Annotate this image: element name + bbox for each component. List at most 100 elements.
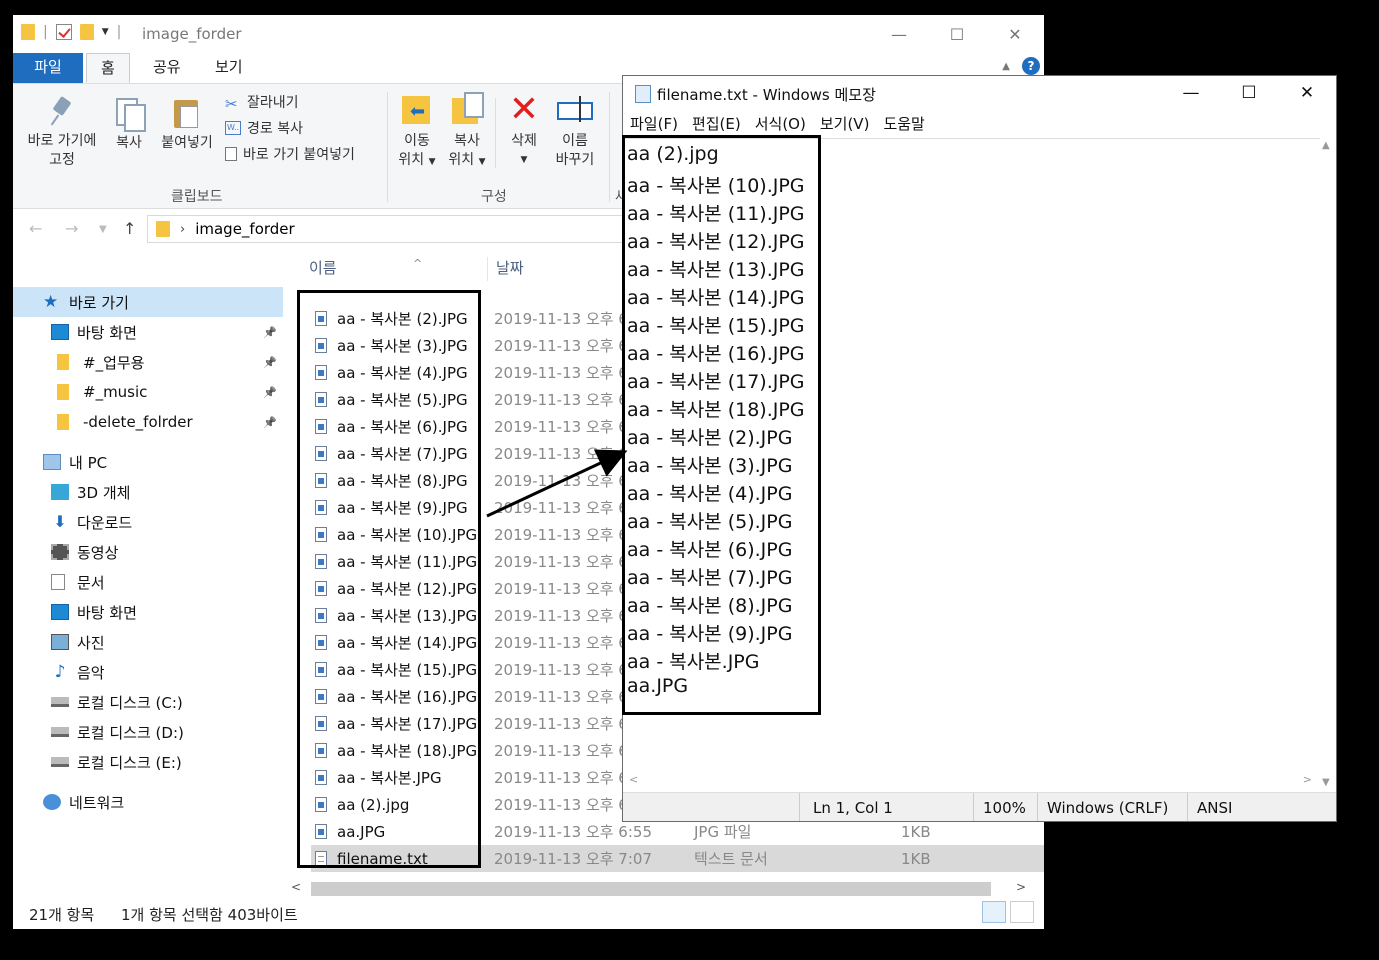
- sidebar-item[interactable]: ⬇ 다운로드: [13, 507, 283, 537]
- sidebar-item[interactable]: 동영상: [13, 537, 283, 567]
- close-button[interactable]: ✕: [986, 15, 1044, 53]
- menu-format[interactable]: 서식(O): [748, 113, 813, 137]
- file-date: 2019-11-13 오후 6:: [494, 688, 633, 706]
- chevron-right-icon[interactable]: ›: [180, 222, 185, 237]
- chevron-down-icon: ▼: [428, 157, 436, 167]
- sidebar-item-label: 3D 개체: [77, 483, 131, 502]
- sidebar-item[interactable]: 3D 개체: [13, 477, 283, 507]
- sidebar-item[interactable]: 로컬 디스크 (C:): [13, 687, 283, 717]
- status-bar: 21개 항목 1개 항목 선택함 403바이트: [13, 899, 1044, 929]
- sidebar-item[interactable]: 문서: [13, 567, 283, 597]
- help-icon[interactable]: ?: [1022, 57, 1040, 75]
- column-header-name[interactable]: 이름 ^: [309, 257, 489, 281]
- close-button[interactable]: ✕: [1278, 76, 1336, 110]
- file-date: 2019-11-13 오후 6:: [494, 661, 633, 679]
- file-date: 2019-11-13 오후 7:07: [494, 850, 652, 868]
- horizontal-scrollbar[interactable]: < >: [285, 880, 1032, 898]
- menu-help[interactable]: 도움말: [876, 113, 931, 137]
- sidebar-item[interactable]: 바탕 화면 📌: [13, 317, 283, 347]
- pin-icon[interactable]: 📌: [263, 386, 277, 399]
- pin-icon[interactable]: 📌: [263, 416, 277, 429]
- customize-toolbar-icon[interactable]: ▼: [102, 27, 109, 37]
- scroll-right-icon[interactable]: >: [1303, 773, 1312, 786]
- copy-to-button[interactable]: 복사 위치 ▼: [447, 92, 487, 172]
- details-view-icon[interactable]: [982, 901, 1006, 923]
- scroll-up-icon[interactable]: ▲: [1322, 140, 1330, 151]
- move-to-button[interactable]: 이동 위치 ▼: [397, 92, 437, 172]
- copy-path-button[interactable]: W.. 경로 복사: [225, 118, 303, 138]
- copy-button[interactable]: 복사: [109, 96, 149, 153]
- sidebar-item-label: 사진: [77, 633, 105, 652]
- file-date: 2019-11-13 오후 6:: [494, 391, 633, 409]
- paste-shortcut-button[interactable]: 바로 가기 붙여넣기: [225, 144, 355, 164]
- pin-icon[interactable]: 📌: [263, 356, 277, 369]
- sidebar-item-label: 바탕 화면: [77, 603, 137, 622]
- file-date: 2019-11-13 오후 6:: [494, 634, 633, 652]
- cut-button[interactable]: ✂ 잘라내기: [225, 92, 299, 113]
- collapse-ribbon-icon[interactable]: ▲: [1002, 61, 1010, 72]
- menu-view[interactable]: 보기(V): [813, 113, 877, 137]
- new-folder-icon[interactable]: [79, 24, 94, 40]
- disk-icon: [51, 697, 69, 707]
- pin-icon[interactable]: 📌: [263, 326, 277, 339]
- forward-arrow-icon[interactable]: →: [65, 219, 78, 238]
- paste-button[interactable]: 붙여넣기: [155, 96, 219, 153]
- menu-file[interactable]: 파일(F): [623, 113, 685, 137]
- folder-icon[interactable]: [21, 24, 35, 40]
- sidebar-item[interactable]: #_업무용 📌: [13, 347, 283, 377]
- sidebar-item[interactable]: -delete_folrder 📌: [13, 407, 283, 437]
- vertical-scrollbar[interactable]: ▲ ▼: [1318, 138, 1336, 790]
- horizontal-scrollbar[interactable]: < >: [623, 772, 1320, 790]
- sidebar-item-label: 동영상: [77, 543, 119, 562]
- music-icon: ♪: [54, 662, 66, 682]
- maximize-button[interactable]: ☐: [928, 15, 986, 53]
- file-date: 2019-11-13 오후 6:: [494, 526, 633, 544]
- file-type: 텍스트 문서: [694, 850, 768, 868]
- minimize-button[interactable]: —: [1162, 76, 1220, 110]
- sidebar-item[interactable]: #_music 📌: [13, 377, 283, 407]
- file-size: 1KB: [901, 849, 931, 868]
- rename-button[interactable]: 이름 바꾸기: [551, 92, 599, 170]
- large-icons-view-icon[interactable]: [1010, 901, 1034, 923]
- scroll-left-icon[interactable]: <: [291, 880, 301, 894]
- file-size: 1KB: [901, 822, 931, 841]
- sidebar-item[interactable]: 바탕 화면: [13, 597, 283, 627]
- file-date: 2019-11-13 오후 6:: [494, 796, 633, 814]
- scroll-down-icon[interactable]: ▼: [1322, 777, 1330, 788]
- notepad-title: filename.txt - Windows 메모장: [657, 86, 876, 104]
- sidebar-item[interactable]: 내 PC: [13, 447, 283, 477]
- column-header-date[interactable]: 날짜: [487, 257, 627, 281]
- sidebar-item[interactable]: 사진: [13, 627, 283, 657]
- breadcrumb[interactable]: image_forder: [195, 220, 295, 238]
- sidebar-item-label: 네트워크: [69, 793, 125, 812]
- sidebar-item[interactable]: ♪ 음악: [13, 657, 283, 687]
- recent-locations-icon[interactable]: ▼: [99, 224, 107, 235]
- back-arrow-icon[interactable]: ←: [29, 219, 42, 238]
- tab-file[interactable]: 파일: [13, 53, 83, 83]
- scrollbar-thumb[interactable]: [311, 882, 991, 896]
- sidebar-item[interactable]: 네트워크: [13, 787, 283, 817]
- sidebar-item-label: 바탕 화면: [77, 323, 137, 342]
- tab-home[interactable]: 홈: [86, 53, 130, 83]
- minimize-button[interactable]: —: [870, 15, 928, 53]
- scroll-left-icon[interactable]: <: [629, 773, 638, 786]
- sidebar-item[interactable]: ★ 바로 가기: [13, 287, 283, 317]
- menu-edit[interactable]: 편집(E): [685, 113, 748, 137]
- sidebar-item[interactable]: 로컬 디스크 (E:): [13, 747, 283, 777]
- properties-icon[interactable]: [55, 24, 72, 40]
- tab-share[interactable]: 공유: [139, 53, 195, 83]
- window-title: image_forder: [142, 25, 242, 43]
- tab-view[interactable]: 보기: [201, 53, 257, 83]
- sidebar-item[interactable]: 로컬 디스크 (D:): [13, 717, 283, 747]
- delete-button[interactable]: ✕ 삭제 ▼: [503, 92, 545, 170]
- notepad-icon: [635, 85, 651, 103]
- file-date: 2019-11-13 오후 6:: [494, 472, 633, 490]
- pin-to-quick-access-button[interactable]: 바로 가기에 고정: [21, 96, 103, 170]
- up-arrow-icon[interactable]: ↑: [123, 219, 136, 238]
- maximize-button[interactable]: ☐: [1220, 76, 1278, 110]
- sidebar-item-label: 음악: [77, 663, 105, 682]
- sidebar-item-label: 바로 가기: [69, 293, 129, 312]
- scroll-right-icon[interactable]: >: [1016, 880, 1026, 894]
- paste-icon: [172, 96, 202, 130]
- chevron-down-icon: ▼: [520, 155, 528, 165]
